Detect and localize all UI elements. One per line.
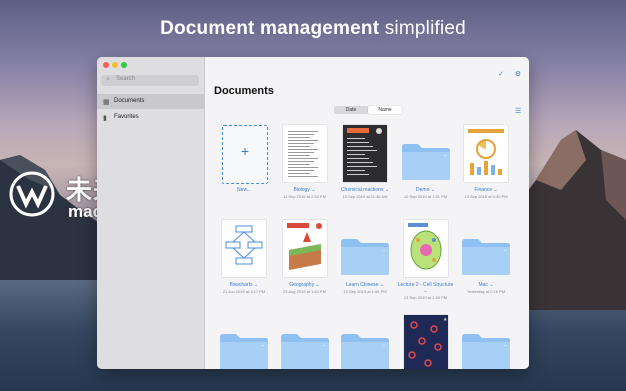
folder-icon: ⌄ (460, 236, 512, 276)
grid-icon: ▦ (103, 99, 110, 106)
item-name[interactable]: Chemical reactions ⌄ (335, 187, 395, 193)
search-placeholder: Search (116, 76, 136, 82)
document-thumbnail (222, 220, 266, 277)
sidebar-item-favorites[interactable]: ▮ Favorites (97, 110, 204, 125)
select-icon[interactable]: ✓ (497, 71, 505, 79)
zoom-button[interactable] (121, 62, 127, 68)
item-name[interactable]: flowcharts ⌄ (214, 282, 274, 288)
svg-text:⌄: ⌄ (503, 342, 506, 347)
svg-text:⌄: ⌄ (261, 342, 264, 347)
document-item[interactable]: Chemical reactions ⌄ 13 Sep 2019 at 11:46… (335, 125, 395, 213)
document-item[interactable]: ★ (396, 315, 456, 369)
item-date: 13 Sep 2019 at 11:46 AM (342, 194, 388, 199)
sidebar-item-label: Favorites (114, 114, 139, 120)
item-date: 23 Aug 2019 at 1:40 PM (283, 289, 326, 294)
folder-item[interactable]: ⌄ (275, 315, 335, 369)
sidebar-item-documents[interactable]: ▦ Documents (97, 94, 204, 109)
document-thumbnail (282, 125, 327, 182)
item-date: 10 Sep 2019 at 1:51 PM (403, 194, 448, 199)
folder-item[interactable]: ⌄ Learn Chinese ⌄ 13 Sep 2019 at 1:59 PM (335, 220, 395, 308)
svg-text:⌄: ⌄ (322, 342, 325, 347)
item-name[interactable]: Learn Chinese ⌄ (335, 282, 395, 288)
document-item[interactable]: Lecture 2 - Cell Structure ⌄ 13 Sep 2019 … (396, 220, 456, 308)
svg-text:★: ★ (443, 317, 448, 323)
svg-text:⌄: ⌄ (443, 152, 446, 157)
item-date: Yesterday at 2:16 PM (466, 289, 506, 294)
sort-name-button[interactable]: Name (368, 106, 402, 114)
folder-icon: ⌄ (339, 236, 391, 276)
item-name[interactable]: Geography ⌄ (275, 282, 335, 288)
item-name[interactable]: Finance ⌄ (456, 187, 516, 193)
add-icon[interactable]: + (222, 125, 268, 184)
sort-segmented-control: Date Name (334, 106, 402, 114)
headline: Document management simplified (0, 18, 626, 40)
item-date: 21 Jun 2019 at 4:17 PM (222, 289, 266, 294)
item-date: 13 Sep 2019 at 1:59 PM (343, 289, 387, 294)
minimize-button[interactable] (112, 62, 118, 68)
headline-regular: simplified (384, 18, 466, 39)
item-name[interactable]: Demo ⌄ (396, 187, 456, 193)
list-view-icon[interactable]: ☰ (515, 107, 521, 115)
app-window: ⌕ Search ▦ Documents ▮ Favorites ✓ ⚙ Doc… (97, 57, 529, 369)
folder-item[interactable]: ⌄ Mac ⌄ Yesterday at 2:16 PM (456, 220, 516, 308)
item-date: 13 Sep 2019 at 1:59 PM (403, 295, 448, 300)
document-thumbnail (343, 125, 387, 182)
folder-item[interactable]: ⌄ (456, 315, 516, 369)
search-input[interactable]: ⌕ Search (101, 75, 199, 86)
watermark-logo-icon (9, 171, 55, 217)
item-name[interactable]: New... (214, 187, 274, 193)
page-title: Documents (214, 85, 274, 97)
svg-text:⌄: ⌄ (382, 342, 385, 347)
bookmark-icon: ▮ (103, 115, 107, 122)
item-name[interactable]: Lecture 2 - Cell Structure ⌄ (396, 282, 456, 294)
item-name[interactable]: Mac ⌄ (456, 282, 516, 288)
folder-item[interactable]: ⌄ Demo ⌄ 10 Sep 2019 at 1:51 PM (396, 125, 456, 213)
sort-date-button[interactable]: Date (334, 106, 368, 114)
sidebar: ⌕ Search ▦ Documents ▮ Favorites (97, 57, 205, 369)
folder-item[interactable]: ⌄ (335, 315, 395, 369)
folder-icon: ⌄ (460, 331, 512, 369)
sidebar-item-label: Documents (114, 98, 145, 104)
folder-item[interactable]: ⌄ (214, 315, 274, 369)
new-document-button[interactable]: + New... (214, 125, 274, 213)
folder-icon: ⌄ (400, 141, 452, 181)
document-thumbnail (403, 220, 448, 277)
item-name[interactable]: Biology ⌄ (275, 187, 335, 193)
svg-text:⌄: ⌄ (503, 247, 506, 252)
folder-icon: ⌄ (218, 331, 270, 369)
item-date: 13 Sep 2019 at 5:40 PM (464, 194, 508, 199)
headline-bold: Document management (160, 18, 380, 39)
folder-icon: ⌄ (339, 331, 391, 369)
document-item[interactable]: flowcharts ⌄ 21 Jun 2019 at 4:17 PM (214, 220, 274, 308)
document-thumbnail (464, 125, 508, 182)
folder-icon: ⌄ (279, 331, 331, 369)
document-item[interactable]: Geography ⌄ 23 Aug 2019 at 1:40 PM (275, 220, 335, 308)
document-thumbnail (282, 220, 327, 277)
document-item[interactable]: Finance ⌄ 13 Sep 2019 at 5:40 PM (456, 125, 516, 213)
item-date: 11 Sep 2019 at 2:33 PM (283, 194, 326, 199)
document-thumbnail: ★ (403, 315, 448, 369)
close-button[interactable] (103, 62, 109, 68)
search-icon: ⌕ (106, 76, 110, 83)
gear-icon[interactable]: ⚙ (514, 71, 522, 79)
document-item[interactable]: Biology ⌄ 11 Sep 2019 at 2:33 PM (275, 125, 335, 213)
svg-text:⌄: ⌄ (382, 247, 385, 252)
main-content: ✓ ⚙ Documents Date Name ☰ + New... Biology… (205, 57, 529, 369)
